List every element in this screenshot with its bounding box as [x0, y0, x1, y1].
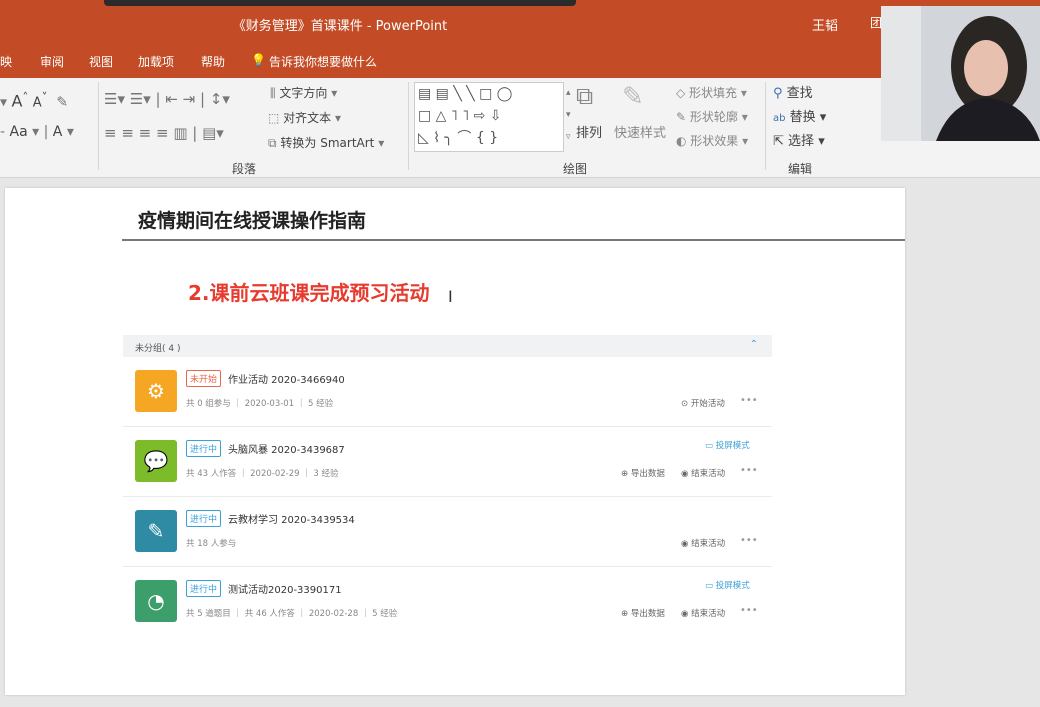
shape-effects-button[interactable]: ◐ 形状效果 ▾: [676, 132, 748, 149]
arrange-button[interactable]: 排列: [576, 122, 602, 141]
align-text-button[interactable]: ⬚ 对齐文本 ▾: [268, 109, 341, 126]
status-badge: 进行中: [186, 580, 222, 597]
paragraph-group-label: 段落: [232, 162, 257, 176]
text-direction-button[interactable]: ⫼ 文字方向 ▾: [270, 84, 337, 101]
quick-styles-button[interactable]: 快速样式: [614, 122, 666, 141]
tab-review[interactable]: 审阅: [40, 53, 64, 70]
tab-addins[interactable]: 加载项: [138, 53, 174, 70]
more-icon[interactable]: •••: [740, 465, 758, 476]
find-button[interactable]: ⚲ 查找: [773, 82, 813, 101]
dropdown-arrow-icon[interactable]: ▾: [0, 95, 7, 111]
list-item[interactable]: ✎ 进行中 云教材学习 2020-3439534 共 18 人参与 ◉ 结束活动…: [123, 497, 772, 567]
more-icon[interactable]: •••: [740, 605, 758, 616]
activity-meta: 共 0 组参与 ｜ 2020-03-01 ｜ 5 经验: [186, 399, 334, 409]
export-icon: ⊕: [621, 609, 629, 619]
shape-outline-button[interactable]: ✎ 形状轮廓 ▾: [676, 108, 748, 125]
activity-panel: 未分组( 4 ) ⌃ ⚙ 未开始 作业活动 2020-3466940 共 0 组…: [123, 335, 772, 633]
export-data-button[interactable]: ⊕ 导出数据: [621, 467, 665, 479]
replace-button[interactable]: ab 替换 ▾: [773, 106, 826, 125]
shape-fill-button[interactable]: ◇ 形状填充 ▾: [676, 84, 747, 101]
status-badge: 进行中: [186, 440, 222, 457]
test-icon: ◔: [135, 580, 177, 622]
projection-mode-button[interactable]: ▭ 投屏模式: [705, 579, 750, 591]
change-case-button[interactable]: Aa: [10, 124, 28, 140]
projector-icon: ▭: [705, 441, 714, 451]
group-header[interactable]: 未分组( 4 ) ⌃: [123, 335, 772, 357]
slide-title[interactable]: 疫情期间在线授课操作指南: [138, 206, 366, 233]
shapes-scroll[interactable]: ▴ ▾ ▿: [566, 82, 571, 148]
window-title: 《财务管理》首课课件 - PowerPoint: [232, 19, 448, 34]
textbook-icon: ✎: [135, 510, 177, 552]
export-data-button[interactable]: ⊕ 导出数据: [621, 607, 665, 619]
activity-meta: 共 43 人作答 ｜ 2020-02-29 ｜ 3 经验: [186, 469, 339, 479]
activity-meta: 共 5 道题目 ｜ 共 46 人作答 ｜ 2020-02-28 ｜ 5 经验: [186, 609, 398, 619]
replace-icon: ab: [773, 113, 786, 124]
smartart-button[interactable]: ⧉ 转换为 SmartArt ▾: [268, 134, 384, 151]
end-activity-button[interactable]: ◉ 结束活动: [681, 537, 725, 549]
select-icon: ⇱: [773, 134, 784, 149]
shapes-gallery[interactable]: ▤ ▤ ╲ ╲ □ ◯ □ △ ˥ ˥ ⇨ ⇩ ◺ ⌇ ╮ ⌒ { }: [414, 82, 564, 152]
drawing-group-label: 绘图: [563, 162, 588, 176]
stop-icon: ◉: [681, 539, 689, 549]
align-buttons[interactable]: ≡ ≡ ≡ ≡ ▥ | ▤▾: [104, 124, 224, 142]
lightbulb-icon: 💡: [251, 53, 266, 67]
end-activity-button[interactable]: ◉ 结束活动: [681, 607, 725, 619]
tab-help[interactable]: 帮助: [201, 53, 225, 70]
status-badge: 进行中: [186, 510, 222, 527]
stop-icon: ◉: [681, 469, 689, 479]
end-activity-button[interactable]: ◉ 结束活动: [681, 467, 725, 479]
shrink-font-button[interactable]: A: [33, 96, 42, 111]
tell-me-search[interactable]: 告诉我你想要做什么: [269, 53, 377, 70]
find-icon: ⚲: [773, 86, 783, 101]
list-item[interactable]: ◔ 进行中 测试活动2020-3390171 ▭ 投屏模式 共 5 道题目 ｜ …: [123, 567, 772, 637]
list-buttons[interactable]: ☰▾ ☰▾ | ⇤ ⇥ | ↕▾: [104, 90, 230, 108]
slide-subtitle[interactable]: 2.课前云班课完成预习活动: [188, 277, 430, 306]
export-icon: ⊕: [621, 469, 629, 479]
clear-format-icon[interactable]: ✎: [52, 95, 68, 111]
tab-slideshow[interactable]: 映: [0, 53, 12, 70]
more-icon[interactable]: •••: [740, 535, 758, 546]
webcam-overlay: [881, 6, 1040, 141]
projection-mode-button[interactable]: ▭ 投屏模式: [705, 439, 750, 451]
group-label: 未分组( 4 ): [135, 344, 181, 354]
list-item[interactable]: 💬 进行中 头脑风暴 2020-3439687 ▭ 投屏模式 共 43 人作答 …: [123, 427, 772, 497]
projector-icon: ▭: [705, 581, 714, 591]
select-button[interactable]: ⇱ 选择 ▾: [773, 130, 825, 149]
grow-font-button[interactable]: A: [11, 92, 22, 111]
activity-name: 头脑风暴 2020-3439687: [228, 445, 345, 456]
start-activity-button[interactable]: ⊙ 开始活动: [681, 397, 725, 409]
quick-styles-icon: ✎: [622, 82, 644, 112]
activity-name: 测试活动2020-3390171: [228, 585, 342, 596]
editing-group-label: 编辑: [788, 162, 813, 176]
play-icon: ⊙: [681, 399, 689, 409]
font-controls: ▾ A˄ A˅ ✎: [0, 90, 69, 111]
font-color-button[interactable]: A: [53, 124, 63, 140]
status-badge: 未开始: [186, 370, 222, 387]
activity-name: 云教材学习 2020-3439534: [228, 515, 355, 526]
brainstorm-icon: 💬: [135, 440, 177, 482]
activity-meta: 共 18 人参与: [186, 539, 237, 549]
list-item[interactable]: ⚙ 未开始 作业活动 2020-3466940 共 0 组参与 ｜ 2020-0…: [123, 357, 772, 427]
text-cursor-icon: I: [448, 287, 453, 306]
stop-icon: ◉: [681, 609, 689, 619]
top-strip: [104, 0, 576, 6]
activity-name: 作业活动 2020-3466940: [228, 375, 345, 386]
user-name[interactable]: 王韬: [812, 15, 838, 34]
chevron-up-icon[interactable]: ⌃: [750, 339, 758, 350]
arrange-icon: ⧉: [576, 82, 594, 110]
homework-icon: ⚙: [135, 370, 177, 412]
font-controls-2: - Aa ▾ | A ▾: [0, 124, 74, 140]
more-icon[interactable]: •••: [740, 395, 758, 406]
tab-view[interactable]: 视图: [89, 53, 113, 70]
title-divider: [122, 239, 905, 241]
